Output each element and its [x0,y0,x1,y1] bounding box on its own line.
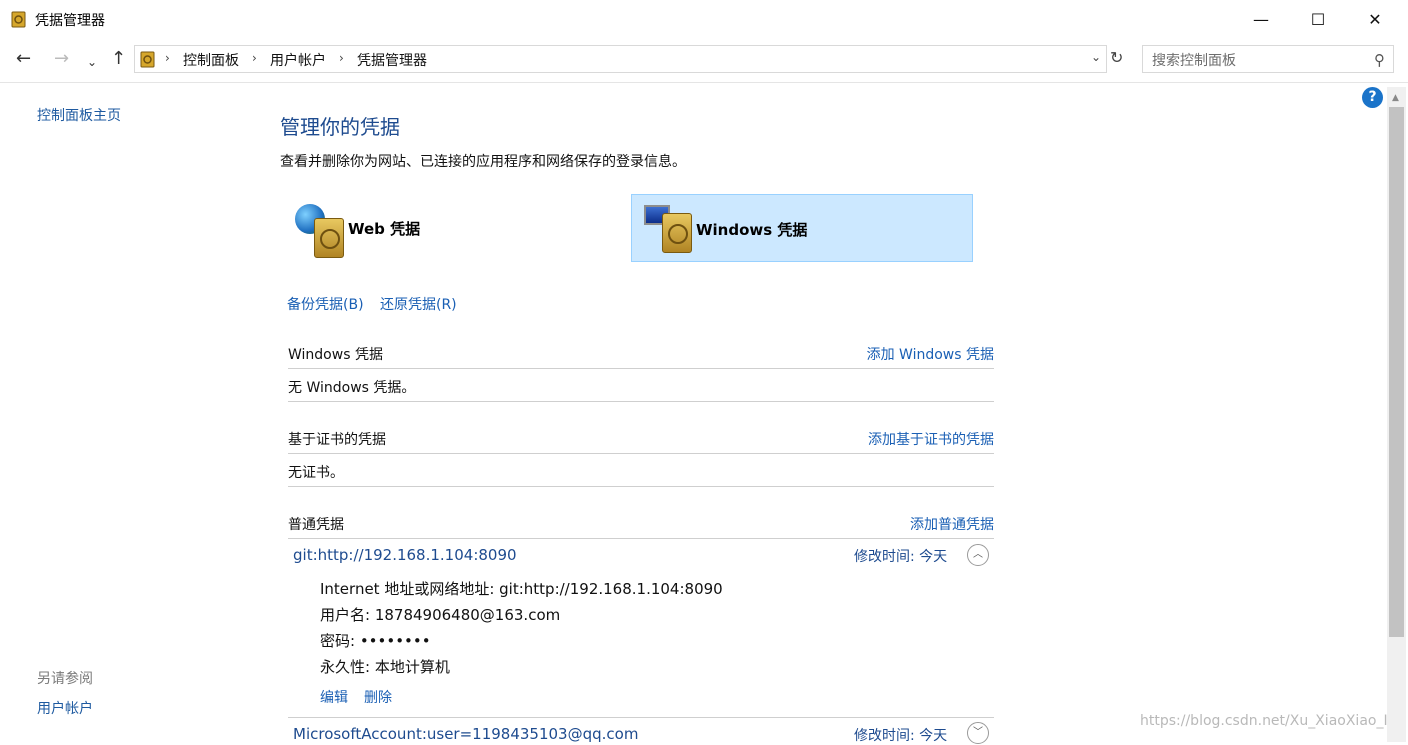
windows-credentials-tile[interactable]: Windows 凭据 [631,194,973,262]
user-accounts-link[interactable]: 用户帐户 [37,698,93,718]
recent-locations-chevron-icon[interactable]: ⌄ [87,53,97,71]
breadcrumb-control-panel[interactable]: 控制面板 [183,50,239,70]
delete-credential-link[interactable]: 删除 [364,687,392,707]
refresh-icon[interactable]: ↻ [1110,48,1123,67]
search-input[interactable]: 搜索控制面板 [1152,50,1236,70]
divider [288,368,994,369]
divider [288,486,994,487]
windows-credentials-section-header: Windows 凭据 添加 Windows 凭据 [288,344,994,364]
watermark: https://blog.csdn.net/Xu_XiaoXiao_I [1140,713,1388,729]
backup-credentials-link[interactable]: 备份凭据(B) [287,297,364,313]
add-certificate-credential-link[interactable]: 添加基于证书的凭据 [868,429,994,449]
scroll-up-icon[interactable]: ▲ [1392,93,1399,103]
forward-arrow-icon[interactable]: → [54,50,69,68]
divider [288,401,994,402]
page-heading: 管理你的凭据 [280,115,400,139]
breadcrumb-separator-icon: › [339,51,344,65]
help-icon[interactable]: ? [1362,87,1383,108]
edit-credential-link[interactable]: 编辑 [320,687,348,707]
credential-detail-username: 用户名: 18784906480@163.com [320,606,561,624]
credential-detail-password: 密码: •••••••• [320,632,431,650]
expand-chevron-icon[interactable]: ﹀ [967,722,989,744]
credential-title[interactable]: git:http://192.168.1.104:8090 [293,546,517,564]
up-arrow-icon[interactable]: ↑ [111,50,126,68]
windows-credentials-label: Windows 凭据 [696,221,808,239]
credential-manager-icon [140,50,156,68]
title-bar: 凭据管理器 — ☐ ✕ [0,0,1408,38]
backup-restore-links: 备份凭据(B) 还原凭据(R) [287,294,457,314]
see-also-label: 另请参阅 [37,671,93,687]
breadcrumb-user-accounts[interactable]: 用户帐户 [270,50,326,70]
credential-detail-persistence: 永久性: 本地计算机 [320,658,450,676]
credential-modified-time: 修改时间: 今天 [854,549,948,565]
add-generic-credential-link[interactable]: 添加普通凭据 [910,514,994,534]
certificate-empty-text: 无证书。 [288,465,344,481]
credential-title[interactable]: MicrosoftAccount:user=1198435103@qq.com [293,725,638,743]
search-icon[interactable]: ⚲ [1374,51,1385,69]
breadcrumb-separator-icon: › [165,51,170,65]
window-title: 凭据管理器 [35,13,105,29]
breadcrumb-separator-icon: › [252,51,257,65]
web-credentials-label: Web 凭据 [348,220,421,238]
address-dropdown-icon[interactable]: ⌄ [1091,50,1101,64]
divider [288,538,994,539]
credential-detail-address: Internet 地址或网络地址: git:http://192.168.1.1… [320,580,723,598]
credential-modified-time: 修改时间: 今天 [854,728,948,744]
search-box[interactable]: 搜索控制面板 ⚲ [1142,45,1394,73]
divider [288,717,994,718]
section-title: 普通凭据 [288,517,344,533]
close-button[interactable]: ✕ [1351,0,1399,38]
web-credentials-tile[interactable]: Web 凭据 [290,194,620,262]
add-windows-credential-link[interactable]: 添加 Windows 凭据 [867,344,994,364]
navigation-bar: ← → ⌄ ↑ › 控制面板 › 用户帐户 › 凭据管理器 ⌄ ↻ 搜索控制面板… [0,38,1408,83]
collapse-chevron-icon[interactable]: ︿ [967,544,989,566]
vault-icon [662,213,692,253]
restore-credentials-link[interactable]: 还原凭据(R) [380,297,457,313]
certificate-credentials-section-header: 基于证书的凭据 添加基于证书的凭据 [288,429,994,449]
breadcrumb-credential-manager[interactable]: 凭据管理器 [357,50,427,70]
control-panel-home-link[interactable]: 控制面板主页 [37,105,121,125]
back-arrow-icon[interactable]: ← [16,50,31,68]
vault-icon [314,218,344,258]
section-title: Windows 凭据 [288,347,383,363]
address-bar[interactable]: › 控制面板 › 用户帐户 › 凭据管理器 [134,45,1107,73]
scrollbar-thumb[interactable] [1389,107,1404,637]
page-description: 查看并删除你为网站、已连接的应用程序和网络保存的登录信息。 [280,154,686,170]
generic-credentials-section-header: 普通凭据 添加普通凭据 [288,514,994,534]
maximize-button[interactable]: ☐ [1294,0,1342,38]
minimize-button[interactable]: — [1237,0,1285,38]
vertical-scrollbar[interactable]: ▲ [1387,87,1406,742]
divider [288,453,994,454]
credential-manager-icon [11,10,27,28]
section-title: 基于证书的凭据 [288,432,386,448]
windows-credentials-empty-text: 无 Windows 凭据。 [288,380,416,396]
